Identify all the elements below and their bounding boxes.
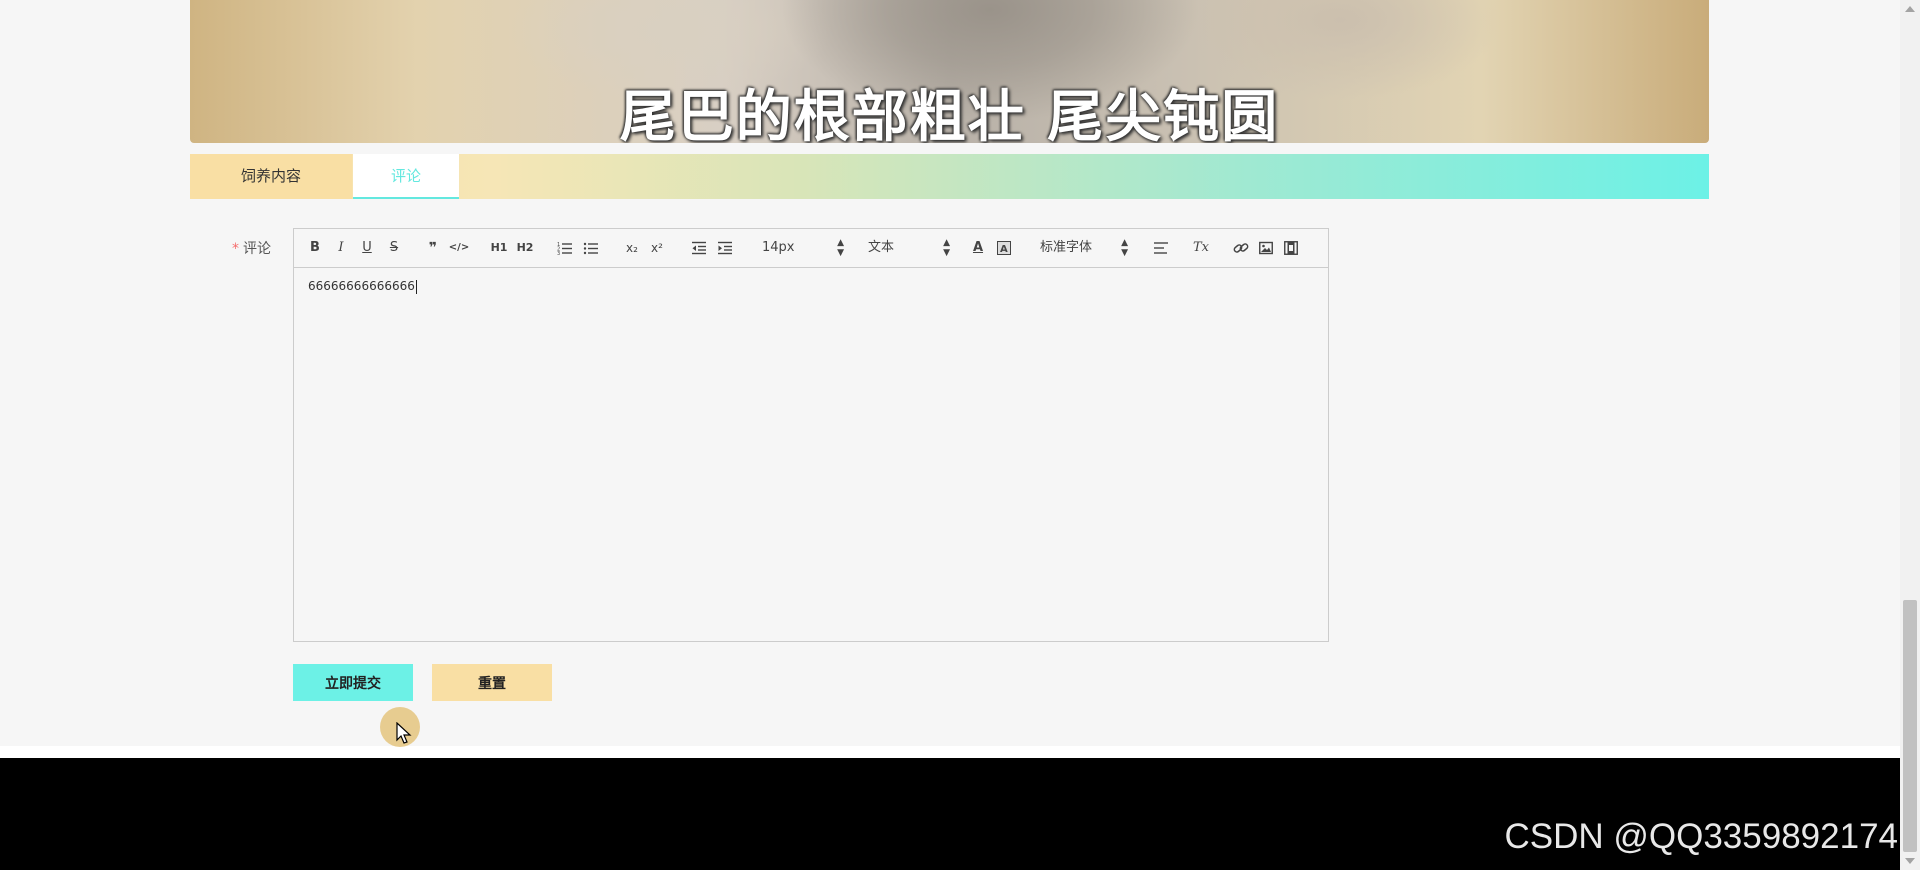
hero-caption: 尾巴的根部粗壮 尾尖钝圆 bbox=[619, 85, 1280, 143]
comment-label-text: 评论 bbox=[243, 241, 271, 257]
header-value: 文本 bbox=[868, 240, 895, 255]
superscript-button[interactable]: x² bbox=[648, 238, 666, 258]
required-mark: * bbox=[232, 241, 239, 257]
video-icon[interactable] bbox=[1282, 238, 1300, 258]
code-block-button[interactable]: </> bbox=[448, 238, 470, 258]
indent-icon[interactable] bbox=[716, 238, 734, 258]
clear-format-icon[interactable]: Tx bbox=[1192, 238, 1210, 258]
select-arrows-icon: ▲ ▼ bbox=[837, 238, 844, 258]
editor-content-area[interactable]: 66666666666666 bbox=[308, 279, 417, 294]
svg-text:3: 3 bbox=[557, 251, 560, 255]
page-background: 尾巴的根部粗壮 尾尖钝圆 饲养内容 评论 * 评论 B I U S ❞ </> H… bbox=[0, 0, 1900, 747]
tab-comment[interactable]: 评论 bbox=[353, 154, 459, 199]
submit-button[interactable]: 立即提交 bbox=[293, 664, 413, 701]
link-icon[interactable] bbox=[1232, 238, 1250, 258]
tab-bar: 饲养内容 评论 bbox=[190, 154, 1709, 199]
header-1-button[interactable]: H1 bbox=[489, 238, 509, 258]
italic-button[interactable]: I bbox=[332, 238, 350, 258]
ordered-list-icon[interactable]: 123 bbox=[556, 238, 574, 258]
header-select[interactable]: 文本 ▲ ▼ bbox=[868, 238, 950, 258]
image-icon[interactable] bbox=[1257, 238, 1275, 258]
align-icon[interactable] bbox=[1152, 238, 1170, 258]
bold-button[interactable]: B bbox=[306, 238, 324, 258]
editor-toolbar: B I U S ❞ </> H1 H2 123 x₂ x² 14px ▲ ▼ 文… bbox=[294, 229, 1328, 268]
editor-text: 66666666666666 bbox=[308, 279, 415, 293]
font-family-value: 标准字体 bbox=[1040, 240, 1093, 255]
comment-field-label: * 评论 bbox=[232, 238, 271, 258]
header-2-button[interactable]: H2 bbox=[515, 238, 535, 258]
watermark-text: CSDN @QQ3359892174 bbox=[1504, 817, 1898, 856]
tab-feeding-content[interactable]: 饲养内容 bbox=[190, 154, 352, 199]
font-color-icon[interactable]: A bbox=[969, 238, 987, 258]
pointer-cursor-icon bbox=[396, 722, 412, 744]
rich-text-editor: B I U S ❞ </> H1 H2 123 x₂ x² 14px ▲ ▼ 文… bbox=[293, 228, 1329, 642]
vertical-scrollbar[interactable] bbox=[1900, 0, 1920, 870]
font-size-select[interactable]: 14px ▲ ▼ bbox=[762, 238, 844, 258]
bullet-list-icon[interactable] bbox=[582, 238, 600, 258]
scroll-down-arrow-icon[interactable] bbox=[1905, 858, 1915, 864]
font-family-select[interactable]: 标准字体 ▲ ▼ bbox=[1040, 238, 1128, 258]
strikethrough-button[interactable]: S bbox=[385, 238, 403, 258]
underline-button[interactable]: U bbox=[358, 238, 376, 258]
scroll-up-arrow-icon[interactable] bbox=[1905, 6, 1915, 12]
scroll-thumb[interactable] bbox=[1903, 600, 1917, 852]
select-arrows-icon: ▲ ▼ bbox=[943, 238, 950, 258]
reset-button[interactable]: 重置 bbox=[432, 664, 552, 701]
background-color-icon[interactable]: A bbox=[995, 238, 1013, 258]
font-size-value: 14px bbox=[762, 240, 795, 255]
blockquote-button[interactable]: ❞ bbox=[424, 238, 442, 258]
select-arrows-icon: ▲ ▼ bbox=[1121, 238, 1128, 258]
svg-text:A: A bbox=[1000, 244, 1008, 255]
outdent-icon[interactable] bbox=[690, 238, 708, 258]
hero-banner-image: 尾巴的根部粗壮 尾尖钝圆 bbox=[190, 0, 1709, 143]
subscript-button[interactable]: x₂ bbox=[623, 238, 641, 258]
text-caret bbox=[415, 279, 417, 294]
